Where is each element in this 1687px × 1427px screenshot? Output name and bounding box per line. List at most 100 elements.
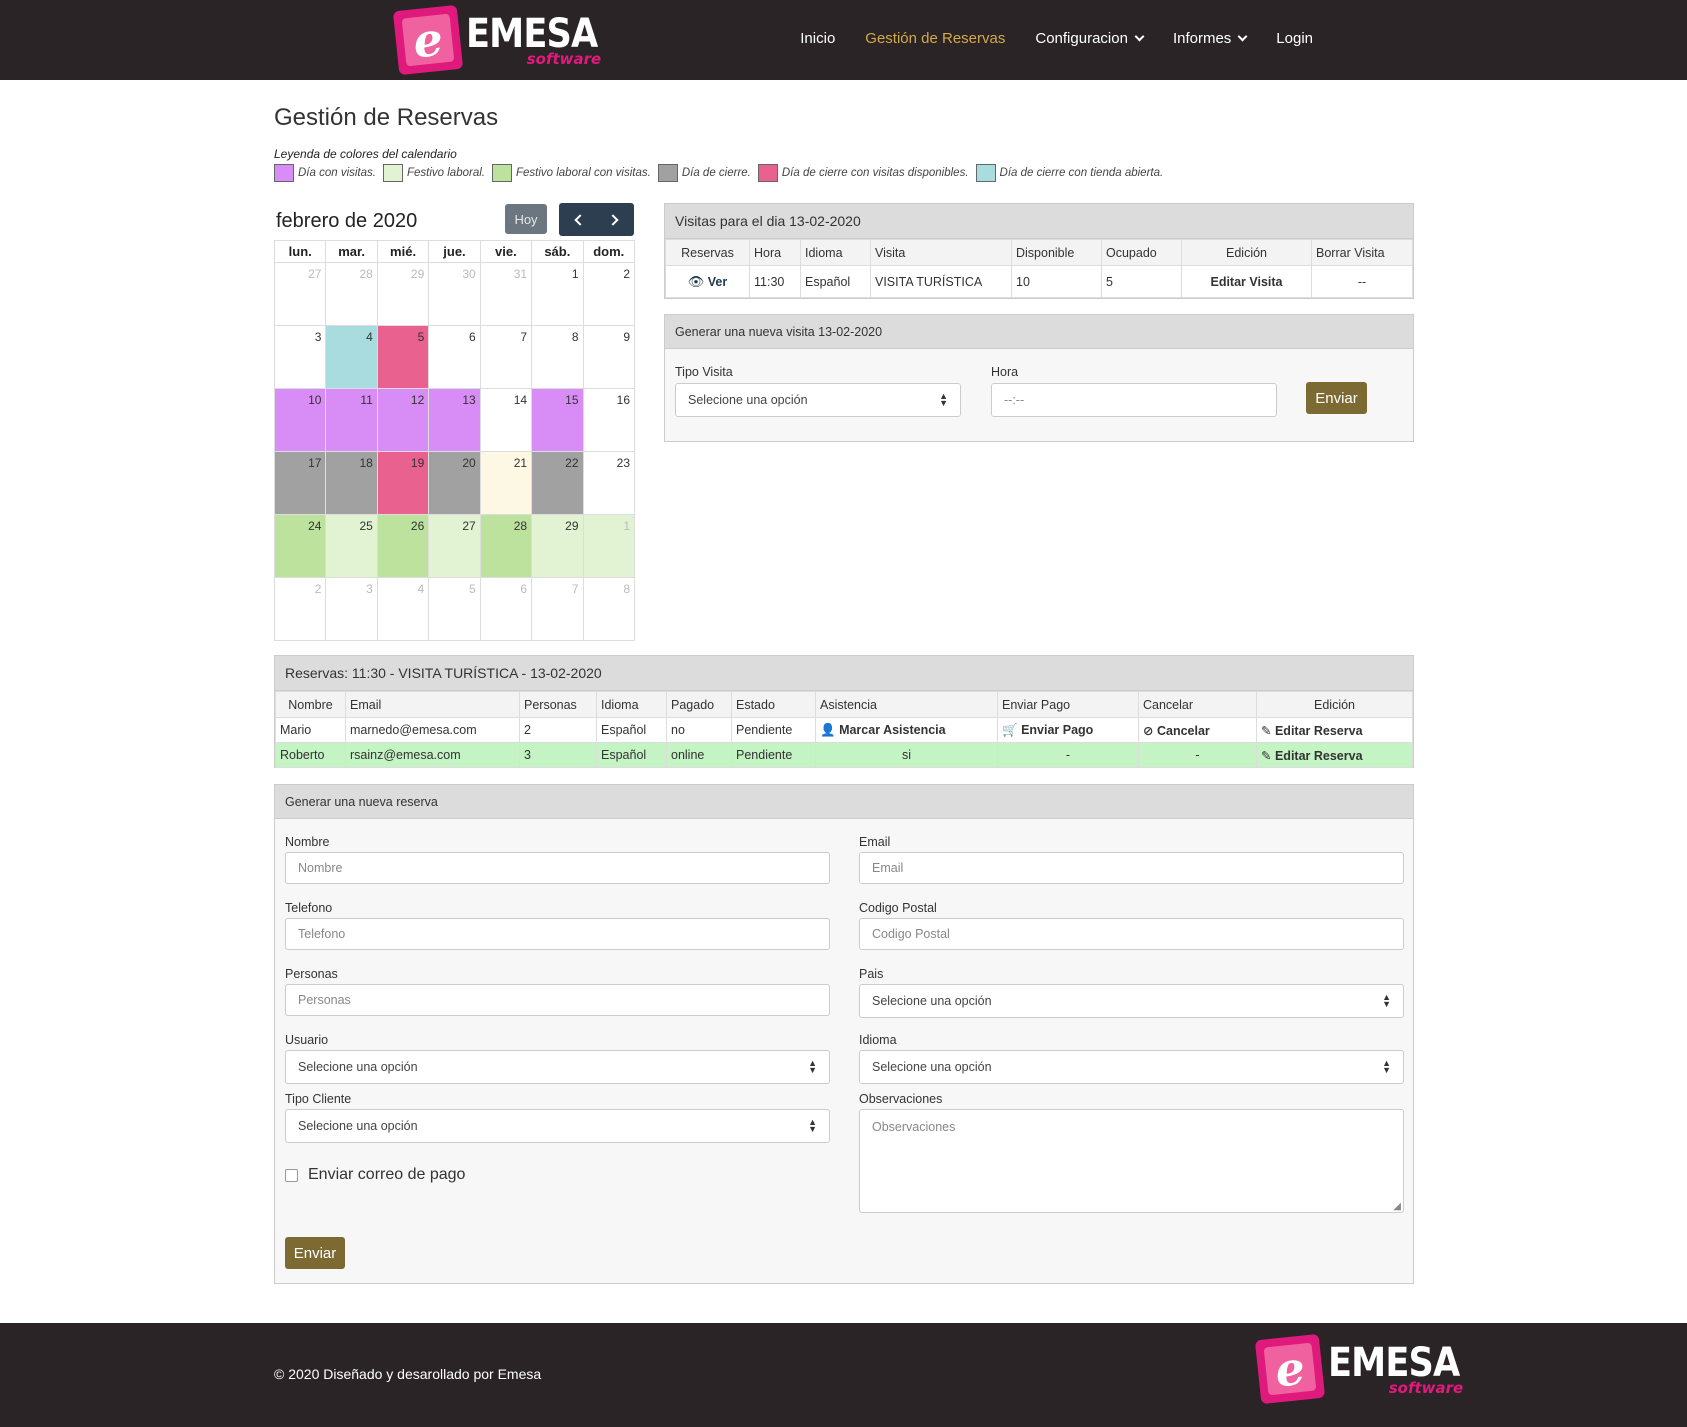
codigo-postal-input[interactable]: Codigo Postal [859, 918, 1404, 950]
calendar-day[interactable]: 16 [582, 388, 636, 452]
weekday-header: vie. [479, 240, 533, 263]
calendar-day[interactable]: 6 [428, 325, 481, 389]
personas-label: Personas [285, 967, 338, 981]
observaciones-label: Observaciones [859, 1092, 943, 1106]
calendar-day[interactable]: 9 [582, 325, 636, 389]
edit-icon: ✎ [1261, 748, 1272, 763]
calendar-day[interactable]: 7 [479, 325, 533, 389]
calendar-day[interactable]: 23 [582, 451, 636, 515]
calendar-day[interactable]: 8 [531, 325, 584, 389]
editar-reserva-link[interactable]: ✎ Editar Reserva [1256, 742, 1413, 768]
ver-link[interactable]: 👁 Ver [665, 265, 750, 298]
calendar-day[interactable]: 1 [531, 262, 584, 326]
calendar-day[interactable]: 4 [325, 325, 378, 389]
calendar-day[interactable]: 17 [273, 451, 327, 515]
observaciones-textarea[interactable]: Observaciones ◢ [859, 1109, 1404, 1213]
calendar-day[interactable]: 28 [325, 262, 378, 326]
calendar-day[interactable]: 2 [273, 577, 327, 641]
legend-label: Día con visitas. [298, 167, 376, 179]
nav-gestion-reservas[interactable]: Gestión de Reservas [865, 30, 1005, 47]
calendar-day[interactable]: 11 [325, 388, 378, 452]
legend-label: Festivo laboral con visitas. [515, 167, 651, 179]
calendar-day[interactable]: 20 [428, 451, 481, 515]
calendar-day[interactable]: 6 [479, 577, 533, 641]
calendar-day[interactable]: 12 [376, 388, 430, 452]
nav-inicio[interactable]: Inicio [800, 30, 835, 47]
calendar-day[interactable]: 31 [479, 262, 533, 326]
calendar-day[interactable]: 27 [428, 514, 481, 578]
calendar-day[interactable]: 25 [325, 514, 378, 578]
calendar-day[interactable]: 5 [376, 325, 430, 389]
calendar-day[interactable]: 27 [273, 262, 327, 326]
tipo-visita-select[interactable]: Selecione una opción ▲ ▼ [675, 383, 961, 417]
marcar-asistencia-link[interactable]: 👤 Marcar Asistencia [815, 717, 998, 743]
enviar-reserva-button[interactable]: Enviar [285, 1237, 345, 1269]
tipo-cliente-value: Selecione una opción [298, 1119, 418, 1133]
editar-reserva-link[interactable]: ✎ Editar Reserva [1256, 717, 1413, 743]
telefono-input[interactable]: Telefono [285, 918, 830, 950]
usuario-label: Usuario [285, 1033, 329, 1047]
calendar-day[interactable]: 3 [325, 577, 378, 641]
col-header: Ocupado [1101, 239, 1182, 266]
idioma-label: Idioma [859, 1033, 897, 1047]
enviar-pago-link[interactable]: 🛒 Enviar Pago [997, 717, 1139, 743]
nombre-input[interactable]: Nombre [285, 852, 830, 884]
edit-visit-link[interactable]: Editar Visita [1181, 265, 1312, 298]
calendar-day[interactable]: 2 [582, 262, 636, 326]
tipo-cliente-select[interactable]: Selecione una opción ▲ ▼ [285, 1109, 830, 1143]
calendar-day[interactable]: 21 [479, 451, 533, 515]
idioma-select[interactable]: Selecione una opción ▲ ▼ [859, 1050, 1404, 1084]
calendar-day[interactable]: 3 [273, 325, 327, 389]
calendar-day[interactable]: 22 [531, 451, 584, 515]
enviar-correo-checkbox[interactable] [285, 1168, 298, 1182]
calendar-day[interactable]: 24 [273, 514, 327, 578]
calendar-day[interactable]: 10 [273, 388, 327, 452]
calendar-day[interactable]: 4 [376, 577, 430, 641]
calendar-day[interactable]: 29 [531, 514, 584, 578]
calendar-day[interactable]: 30 [428, 262, 481, 326]
calendar-day[interactable]: 28 [479, 514, 533, 578]
enviar-visita-button[interactable]: Enviar [1306, 382, 1367, 414]
nav-configuracion[interactable]: Configuracion [1035, 30, 1145, 47]
select-arrows-icon: ▲ ▼ [1382, 1058, 1391, 1075]
resize-handle-icon[interactable]: ◢ [1393, 1201, 1401, 1212]
email-label: Email [859, 835, 891, 849]
personas-input[interactable]: Personas [285, 984, 830, 1016]
visits-panel: Visitas para el dia 13-02-2020 Reservas … [664, 203, 1414, 299]
brand-logo[interactable]: e EMESA software [392, 4, 615, 76]
reservations-panel: Reservas: 11:30 - VISITA TURÍSTICA - 13-… [274, 655, 1414, 768]
logo-mark: e [1254, 1333, 1326, 1405]
new-visit-title: Generar una nueva visita 13-02-2020 [665, 315, 1413, 349]
calendar-day[interactable]: 18 [325, 451, 378, 515]
cancelar-link[interactable]: ⊘ Cancelar [1138, 717, 1257, 743]
prev-month-button[interactable] [559, 203, 597, 236]
nav-informes[interactable]: Informes [1173, 30, 1248, 47]
calendar-day[interactable]: 19 [376, 451, 430, 515]
ban-icon: ⊘ [1143, 723, 1154, 738]
enviar-correo-label[interactable]: Enviar correo de pago [308, 1166, 465, 1184]
usuario-select[interactable]: Selecione una opción ▲ ▼ [285, 1050, 830, 1084]
enviar-pago-label: Enviar Pago [1021, 722, 1094, 737]
calendar-day[interactable]: 8 [582, 577, 636, 641]
calendar-day[interactable]: 26 [376, 514, 430, 578]
calendar-day[interactable]: 14 [479, 388, 533, 452]
calendar-day[interactable]: 7 [531, 577, 584, 641]
cell-asistencia: si [815, 742, 998, 768]
legend-label: Día de cierre con tienda abierta. [999, 167, 1164, 179]
today-button[interactable]: Hoy [505, 204, 547, 234]
calendar-day[interactable]: 29 [376, 262, 430, 326]
nav-login[interactable]: Login [1276, 30, 1313, 47]
next-month-button[interactable] [597, 203, 635, 236]
email-input[interactable]: Email [859, 852, 1404, 884]
calendar-day[interactable]: 5 [428, 577, 481, 641]
navbar: e EMESA software Inicio Gestión de Reser… [0, 0, 1687, 80]
calendar-day[interactable]: 1 [582, 514, 636, 578]
calendar-day[interactable]: 13 [428, 388, 481, 452]
select-arrows-icon: ▲ ▼ [808, 1058, 817, 1075]
enviar-correo-checkbox-row: Enviar correo de pago [285, 1166, 465, 1184]
codigo-postal-placeholder: Codigo Postal [872, 927, 950, 941]
calendar-day[interactable]: 15 [531, 388, 584, 452]
pais-select[interactable]: Selecione una opción ▲ ▼ [859, 984, 1404, 1018]
hora-input[interactable]: --:-- [991, 383, 1277, 417]
edit-icon: ✎ [1261, 723, 1272, 738]
